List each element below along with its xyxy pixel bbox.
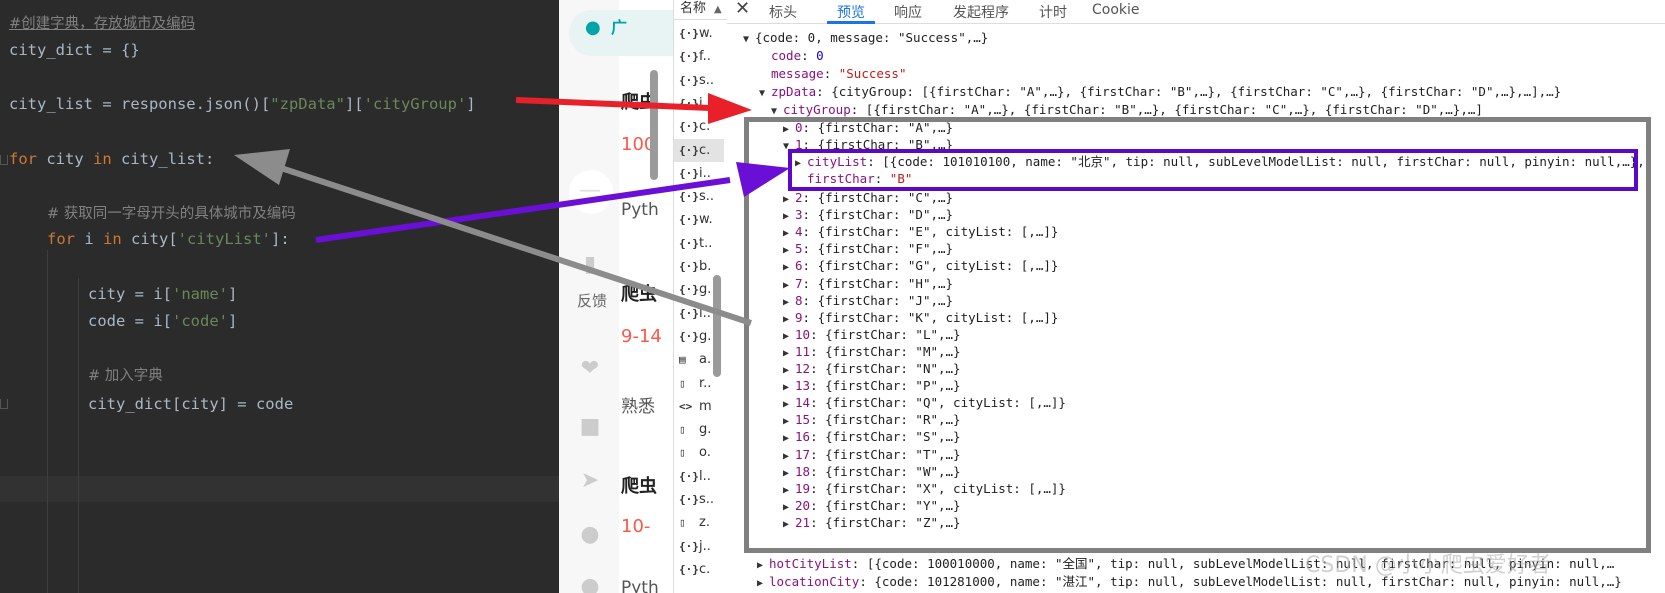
red-arrowhead	[708, 93, 752, 124]
gray-arrowhead	[234, 149, 290, 185]
gray-arrow	[277, 164, 752, 326]
purple-arrowhead	[736, 162, 790, 197]
annotation-arrows	[234, 93, 790, 326]
purple-arrow	[315, 177, 731, 243]
csdn-watermark: CSDN @小小爬虫爱好者	[1305, 553, 1551, 578]
red-arrow	[515, 97, 711, 111]
